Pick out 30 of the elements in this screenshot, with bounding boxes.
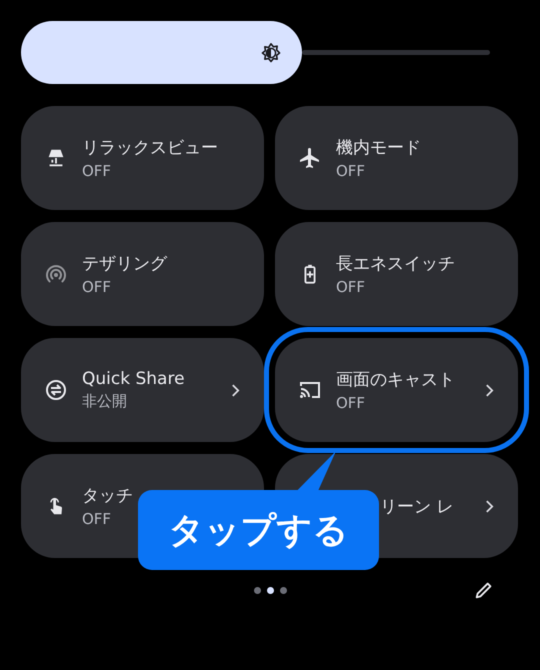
chevron-icon (231, 382, 240, 398)
tile-title: Quick Share (82, 369, 186, 389)
tile-title: 画面のキャスト (336, 369, 456, 391)
tile-status: OFF (82, 162, 112, 180)
tile-status: 非公開 (82, 392, 128, 411)
quick-settings-tile[interactable]: 長エネスイッチ OFF (275, 222, 518, 326)
brightness-slider[interactable] (21, 21, 490, 84)
quick-settings-tile[interactable]: Quick Share 非公開 (21, 338, 264, 442)
brightness-icon (260, 42, 282, 64)
tile-status: OFF (82, 510, 112, 528)
airplane-icon (298, 146, 322, 170)
tile-title: 長エネスイッチ (336, 253, 456, 275)
quick-settings-tile[interactable]: 画面のキャスト OFF (275, 338, 518, 442)
tile-title: 機内モード (336, 137, 422, 159)
chevron-icon (485, 498, 494, 514)
tile-status: OFF (336, 394, 366, 412)
page-indicator-dot[interactable] (254, 586, 260, 594)
quick-settings-tile[interactable]: リラックスビュー OFF (21, 106, 264, 210)
tile-status: OFF (336, 162, 366, 180)
page-indicator-dot[interactable] (280, 586, 286, 594)
tile-title: タッチ (82, 485, 134, 507)
tile-title: テザリング (82, 253, 168, 275)
page-indicator-dot[interactable] (266, 586, 274, 594)
tile-status: OFF (336, 278, 366, 296)
tile-title: リラックスビュー (82, 137, 219, 159)
tile-title: リーン レ (380, 496, 454, 518)
tile-status: OFF (82, 278, 112, 296)
chevron-icon (485, 382, 494, 398)
share-icon (44, 378, 68, 402)
quick-settings-tile[interactable]: 機内モード OFF (275, 106, 518, 210)
